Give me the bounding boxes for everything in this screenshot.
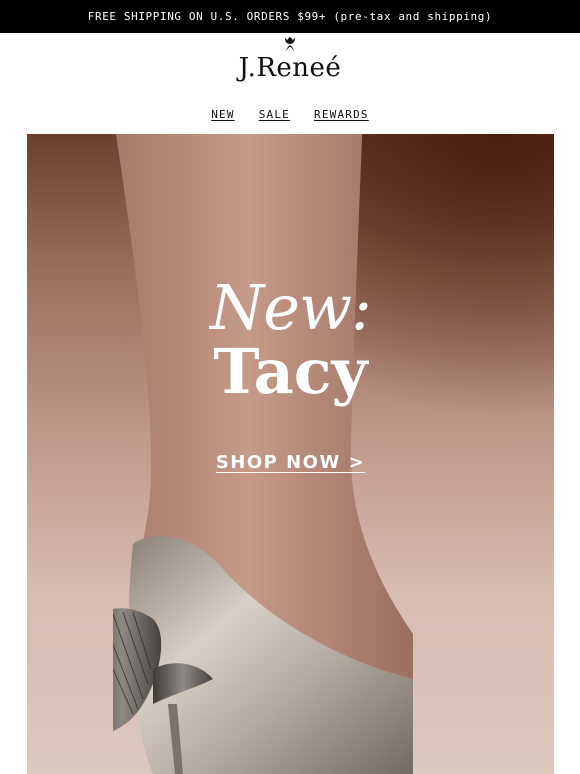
hero-headline-new: New: (210, 271, 372, 344)
nav-item-new[interactable]: NEW (211, 108, 234, 121)
nav-item-sale[interactable]: SALE (259, 108, 290, 121)
hero-headline: New: Tacy (27, 274, 554, 404)
nav-item-rewards[interactable]: REWARDS (314, 108, 369, 121)
hero-banner[interactable]: New: Tacy SHOP NOW > (27, 134, 554, 774)
brand-name: J.Reneé (238, 53, 342, 83)
hero-headline-product: Tacy (213, 335, 368, 408)
brand-logo[interactable]: J.Reneé (0, 36, 580, 82)
shipping-banner: FREE SHIPPING ON U.S. ORDERS $99+ (pre-t… (0, 0, 580, 33)
shipping-banner-text: FREE SHIPPING ON U.S. ORDERS $99+ (pre-t… (87, 10, 493, 23)
flower-icon (285, 37, 295, 51)
shop-now-container: SHOP NOW > (27, 452, 554, 473)
main-nav: NEW SALE REWARDS (0, 108, 580, 121)
shop-now-link[interactable]: SHOP NOW > (216, 452, 365, 473)
